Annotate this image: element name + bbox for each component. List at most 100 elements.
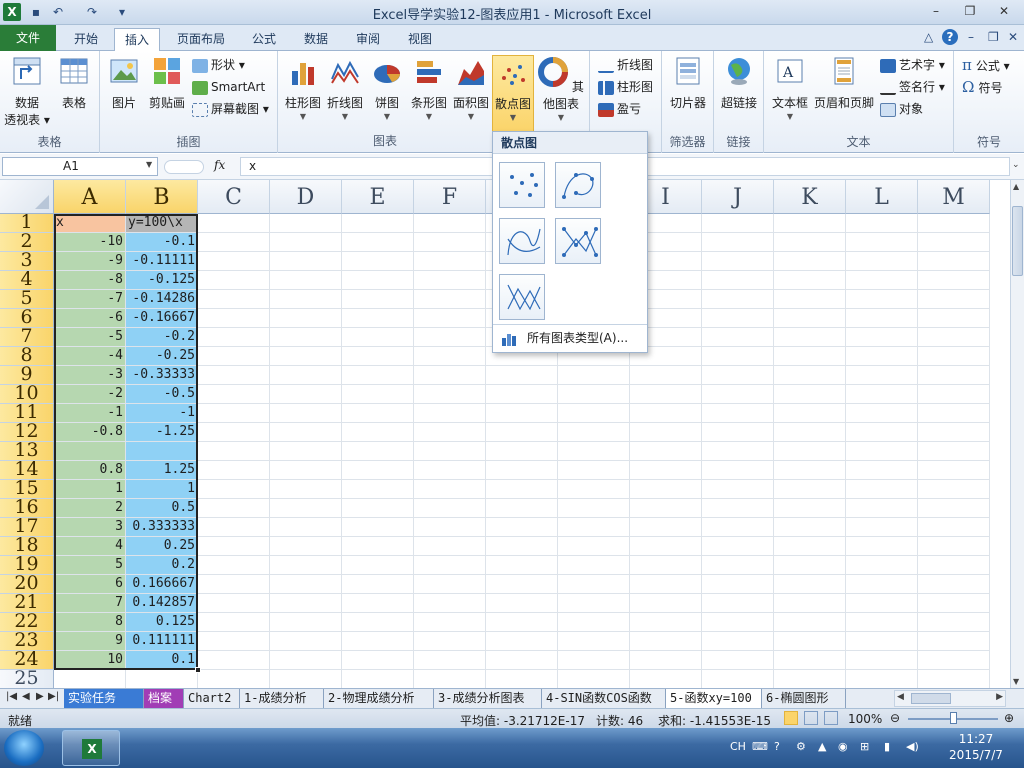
row-header[interactable]: 12 — [0, 423, 54, 442]
empty-cell[interactable] — [342, 309, 414, 328]
empty-cell[interactable] — [270, 404, 342, 423]
cell-b[interactable]: -0.14286 — [126, 290, 198, 309]
cell-b[interactable]: -0.125 — [126, 271, 198, 290]
column-header-a[interactable]: A — [54, 180, 126, 214]
empty-cell[interactable] — [342, 613, 414, 632]
empty-cell[interactable] — [414, 252, 486, 271]
zoom-level[interactable]: 100% — [848, 712, 882, 726]
empty-cell[interactable] — [486, 442, 558, 461]
empty-cell[interactable] — [198, 233, 270, 252]
empty-cell[interactable] — [918, 233, 990, 252]
cell-a[interactable]: -8 — [54, 271, 126, 290]
empty-cell[interactable] — [918, 670, 990, 688]
empty-cell[interactable] — [342, 632, 414, 651]
empty-cell[interactable] — [702, 290, 774, 309]
empty-cell[interactable] — [918, 461, 990, 480]
taskbar-clock[interactable]: 11:27 2015/7/7 — [936, 731, 1016, 763]
empty-cell[interactable] — [558, 385, 630, 404]
empty-cell[interactable] — [630, 480, 702, 499]
cell-b[interactable]: -0.33333 — [126, 366, 198, 385]
sheet-tab[interactable]: 3-成绩分析图表 — [434, 689, 542, 708]
empty-cell[interactable] — [846, 366, 918, 385]
empty-cell[interactable] — [342, 499, 414, 518]
scroll-right-icon[interactable]: ▶ — [996, 692, 1003, 702]
empty-cell[interactable] — [918, 651, 990, 670]
shapes-button[interactable]: 形状 ▾ — [192, 55, 245, 75]
row-header[interactable]: 1 — [0, 214, 54, 233]
empty-cell[interactable] — [558, 613, 630, 632]
row-header[interactable]: 8 — [0, 347, 54, 366]
empty-cell[interactable] — [846, 271, 918, 290]
empty-cell[interactable] — [486, 613, 558, 632]
empty-cell[interactable] — [414, 347, 486, 366]
empty-cell[interactable] — [198, 442, 270, 461]
help-tray-icon[interactable]: ? — [774, 740, 780, 753]
empty-cell[interactable] — [270, 499, 342, 518]
sparkline-line-button[interactable]: 折线图 — [598, 55, 653, 75]
empty-cell[interactable] — [270, 423, 342, 442]
volume-icon[interactable]: ◀) — [906, 740, 919, 753]
cell-a[interactable]: -5 — [54, 328, 126, 347]
row-header[interactable]: 11 — [0, 404, 54, 423]
cell-b[interactable]: 0.2 — [126, 556, 198, 575]
empty-cell[interactable] — [198, 328, 270, 347]
empty-cell[interactable] — [486, 651, 558, 670]
empty-cell[interactable] — [846, 252, 918, 271]
normal-view-icon[interactable] — [784, 711, 798, 725]
empty-cell[interactable] — [414, 594, 486, 613]
row-header[interactable]: 5 — [0, 290, 54, 309]
row-header[interactable]: 10 — [0, 385, 54, 404]
row-header[interactable]: 17 — [0, 518, 54, 537]
scatter-chart-button[interactable]: 散点图 ▼ — [492, 55, 534, 133]
signature-line-button[interactable]: 签名行 ▾ — [880, 77, 945, 97]
prev-sheet-icon[interactable]: ◀ — [22, 691, 30, 702]
empty-cell[interactable] — [774, 214, 846, 233]
cell-b[interactable]: 0.25 — [126, 537, 198, 556]
empty-cell[interactable] — [702, 404, 774, 423]
empty-cell[interactable] — [558, 461, 630, 480]
all-chart-types-option[interactable]: 所有图表类型(A)... — [493, 324, 647, 352]
empty-cell[interactable] — [342, 651, 414, 670]
empty-cell[interactable] — [270, 366, 342, 385]
row-header[interactable]: 22 — [0, 613, 54, 632]
empty-cell[interactable] — [846, 214, 918, 233]
horizontal-scrollbar[interactable]: ◀ ▶ — [894, 690, 1006, 707]
empty-cell[interactable] — [774, 442, 846, 461]
row-header[interactable]: 16 — [0, 499, 54, 518]
empty-cell[interactable] — [414, 271, 486, 290]
empty-cell[interactable] — [918, 518, 990, 537]
empty-cell[interactable] — [846, 461, 918, 480]
empty-cell[interactable] — [342, 214, 414, 233]
empty-cell[interactable] — [846, 632, 918, 651]
empty-cell[interactable] — [630, 632, 702, 651]
empty-cell[interactable] — [198, 404, 270, 423]
other-charts-button[interactable]: 其他图表 ▼ — [536, 55, 586, 133]
empty-cell[interactable] — [342, 480, 414, 499]
keyboard-icon[interactable]: ⌨ — [752, 740, 768, 753]
empty-cell[interactable] — [846, 670, 918, 688]
column-header-e[interactable]: E — [342, 180, 414, 214]
picture-button[interactable]: 图片 — [106, 55, 142, 111]
empty-cell[interactable] — [846, 404, 918, 423]
empty-cell[interactable] — [486, 480, 558, 499]
column-header-c[interactable]: C — [198, 180, 270, 214]
name-box[interactable]: A1 — [2, 157, 158, 176]
row-header[interactable]: 6 — [0, 309, 54, 328]
empty-cell[interactable] — [702, 328, 774, 347]
empty-cell[interactable] — [558, 594, 630, 613]
empty-cell[interactable] — [774, 594, 846, 613]
cell-a[interactable]: -7 — [54, 290, 126, 309]
empty-cell[interactable] — [846, 347, 918, 366]
cell-a[interactable]: x — [54, 214, 126, 233]
empty-cell[interactable] — [702, 518, 774, 537]
cell-a[interactable]: -6 — [54, 309, 126, 328]
empty-cell[interactable] — [270, 214, 342, 233]
empty-cell[interactable] — [414, 537, 486, 556]
cell-a[interactable]: -1 — [54, 404, 126, 423]
empty-cell[interactable] — [702, 271, 774, 290]
empty-cell[interactable] — [846, 423, 918, 442]
empty-cell[interactable] — [630, 385, 702, 404]
empty-cell[interactable] — [198, 594, 270, 613]
expand-formula-bar-icon[interactable]: ⌄ — [1012, 160, 1020, 170]
row-header[interactable]: 19 — [0, 556, 54, 575]
